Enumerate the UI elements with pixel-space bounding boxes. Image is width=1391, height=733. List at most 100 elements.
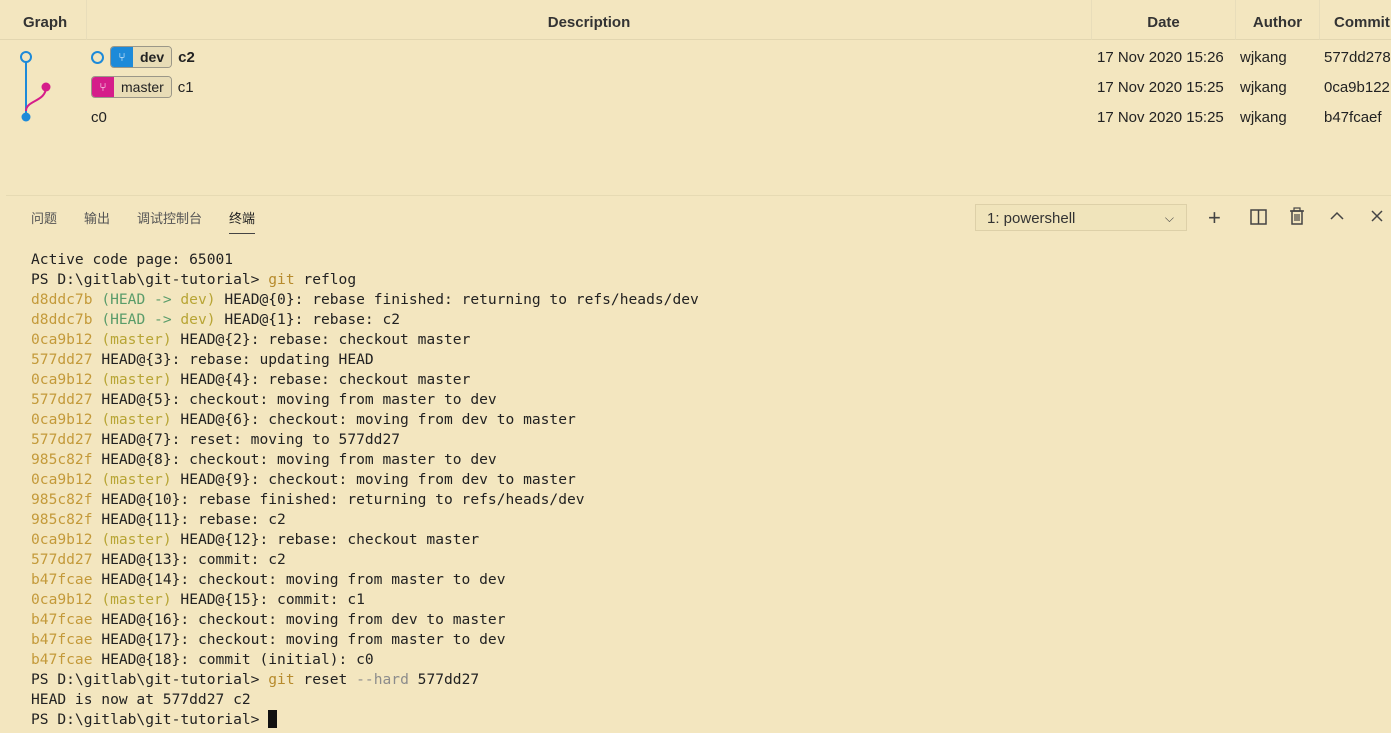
commit-date: 17 Nov 2020 15:26: [1097, 49, 1224, 66]
reflog-output: d8ddc7b (HEAD -> dev) HEAD@{0}: rebase f…: [31, 290, 699, 670]
reflog-decoration: (HEAD -> dev): [101, 311, 216, 328]
column-header-commit[interactable]: Commit: [1320, 0, 1391, 40]
reflog-line: 985c82f HEAD@{8}: checkout: moving from …: [31, 450, 699, 470]
reflog-decoration: (HEAD -> dev): [101, 291, 216, 308]
branch-icon: ⑂: [111, 47, 133, 67]
reflog-hash: b47fcae: [31, 631, 93, 648]
commit-message: c2: [178, 48, 195, 66]
reflog-hash: 985c82f: [31, 511, 93, 528]
commit-hash: 577dd278: [1324, 49, 1391, 66]
terminal-line: PS D:\gitlab\git-tutorial> git reset --h…: [31, 670, 699, 690]
commit-hash: 0ca9b122: [1324, 79, 1390, 96]
branch-name: master: [114, 77, 171, 97]
tab-debug-console[interactable]: 调试控制台: [137, 208, 202, 234]
terminal-line: PS D:\gitlab\git-tutorial>: [31, 710, 699, 730]
close-icon[interactable]: [1371, 210, 1383, 222]
commit-author: wjkang: [1240, 109, 1287, 126]
branch-label-dev[interactable]: ⑂ dev: [110, 46, 173, 68]
plus-icon[interactable]: +: [1208, 205, 1221, 231]
column-header-date[interactable]: Date: [1092, 0, 1236, 40]
reflog-line: b47fcae HEAD@{18}: commit (initial): c0: [31, 650, 699, 670]
reflog-line: 577dd27 HEAD@{3}: rebase: updating HEAD: [31, 350, 699, 370]
reflog-line: 0ca9b12 (master) HEAD@{9}: checkout: mov…: [31, 470, 699, 490]
command-arg: reflog: [303, 271, 357, 288]
commit-author: wjkang: [1240, 79, 1287, 96]
reflog-line: 577dd27 HEAD@{7}: reset: moving to 577dd…: [31, 430, 699, 450]
commit-date: 17 Nov 2020 15:25: [1097, 109, 1224, 126]
reflog-text: HEAD@{15}: commit: c1: [180, 591, 365, 608]
reflog-hash: b47fcae: [31, 651, 93, 668]
commit-message: c0: [91, 108, 107, 126]
reflog-line: b47fcae HEAD@{16}: checkout: moving from…: [31, 610, 699, 630]
reflog-text: HEAD@{10}: rebase finished: returning to…: [101, 491, 585, 508]
reflog-decoration: (master): [101, 371, 172, 388]
reflog-text: HEAD@{3}: rebase: updating HEAD: [101, 351, 374, 368]
terminal-select[interactable]: 1: powershell ⌵: [975, 204, 1187, 231]
tab-terminal[interactable]: 终端: [229, 208, 256, 234]
reflog-hash: 0ca9b12: [31, 591, 93, 608]
reflog-text: HEAD@{9}: checkout: moving from dev to m…: [180, 471, 576, 488]
reflog-hash: 577dd27: [31, 391, 93, 408]
reflog-text: HEAD@{18}: commit (initial): c0: [101, 651, 374, 668]
reflog-text: HEAD@{1}: rebase: c2: [224, 311, 401, 328]
reflog-line: 0ca9b12 (master) HEAD@{15}: commit: c1: [31, 590, 699, 610]
commit-row[interactable]: c0 17 Nov 2020 15:25 wjkang b47fcaef: [0, 102, 1391, 132]
reflog-line: b47fcae HEAD@{17}: checkout: moving from…: [31, 630, 699, 650]
terminal-cursor: [268, 710, 278, 728]
reflog-text: HEAD@{5}: checkout: moving from master t…: [101, 391, 497, 408]
reflog-hash: 0ca9b12: [31, 531, 93, 548]
reflog-line: 577dd27 HEAD@{13}: commit: c2: [31, 550, 699, 570]
reflog-text: HEAD@{4}: rebase: checkout master: [180, 371, 471, 388]
terminal-select-value: 1: powershell: [987, 210, 1076, 227]
chevron-down-icon: ⌵: [1164, 211, 1174, 225]
terminal-output[interactable]: Active code page: 65001 PS D:\gitlab\git-…: [31, 250, 699, 730]
reflog-hash: 0ca9b12: [31, 371, 93, 388]
column-header-description[interactable]: Description: [87, 0, 1092, 40]
reflog-line: b47fcae HEAD@{14}: checkout: moving from…: [31, 570, 699, 590]
reflog-text: HEAD@{13}: commit: c2: [101, 551, 286, 568]
prompt: PS D:\gitlab\git-tutorial>: [31, 271, 260, 288]
reflog-line: d8ddc7b (HEAD -> dev) HEAD@{1}: rebase: …: [31, 310, 699, 330]
split-icon[interactable]: [1250, 209, 1267, 225]
tab-problems[interactable]: 问题: [31, 208, 57, 234]
reflog-line: 0ca9b12 (master) HEAD@{12}: rebase: chec…: [31, 530, 699, 550]
reflog-line: 0ca9b12 (master) HEAD@{6}: checkout: mov…: [31, 410, 699, 430]
reflog-text: HEAD@{17}: checkout: moving from master …: [101, 631, 506, 648]
reflog-text: HEAD@{11}: rebase: c2: [101, 511, 286, 528]
reflog-decoration: (master): [101, 471, 172, 488]
reflog-hash: 985c82f: [31, 451, 93, 468]
commit-row[interactable]: ⑂ dev c2 17 Nov 2020 15:26 wjkang 577dd2…: [0, 42, 1391, 72]
branch-name: dev: [133, 47, 172, 67]
reflog-hash: 577dd27: [31, 431, 93, 448]
command-flag: --hard: [356, 671, 409, 688]
reflog-text: HEAD@{6}: checkout: moving from dev to m…: [180, 411, 576, 428]
tab-output[interactable]: 输出: [84, 208, 110, 234]
reflog-hash: 0ca9b12: [31, 331, 93, 348]
commit-author: wjkang: [1240, 49, 1287, 66]
reflog-text: HEAD@{12}: rebase: checkout master: [180, 531, 480, 548]
head-indicator-icon: [91, 50, 104, 64]
branch-label-master[interactable]: ⑂ master: [91, 76, 172, 98]
reflog-line: 577dd27 HEAD@{5}: checkout: moving from …: [31, 390, 699, 410]
reflog-decoration: (master): [101, 331, 172, 348]
reflog-hash: d8ddc7b: [31, 291, 93, 308]
reflog-hash: 985c82f: [31, 491, 93, 508]
reflog-decoration: (master): [101, 411, 172, 428]
reflog-hash: d8ddc7b: [31, 311, 93, 328]
reflog-text: HEAD@{8}: checkout: moving from master t…: [101, 451, 497, 468]
commit-message: c1: [177, 78, 194, 96]
column-header-author[interactable]: Author: [1236, 0, 1320, 40]
reflog-hash: b47fcae: [31, 571, 93, 588]
trash-icon[interactable]: [1289, 207, 1305, 225]
command-arg: 577dd27: [417, 671, 480, 688]
commit-row[interactable]: ⑂ master c1 17 Nov 2020 15:25 wjkang 0ca…: [0, 72, 1391, 102]
git-graph-panel: Graph Description Date Author Commit ⑂ d…: [0, 0, 1391, 195]
column-header-graph[interactable]: Graph: [0, 0, 87, 40]
prompt: PS D:\gitlab\git-tutorial>: [31, 671, 260, 688]
reflog-line: 0ca9b12 (master) HEAD@{4}: rebase: check…: [31, 370, 699, 390]
reflog-text: HEAD@{16}: checkout: moving from dev to …: [101, 611, 506, 628]
reflog-text: HEAD@{0}: rebase finished: returning to …: [224, 291, 699, 308]
chevron-up-icon[interactable]: [1330, 211, 1344, 220]
commit-date: 17 Nov 2020 15:25: [1097, 79, 1224, 96]
panel-divider[interactable]: [6, 195, 1391, 196]
